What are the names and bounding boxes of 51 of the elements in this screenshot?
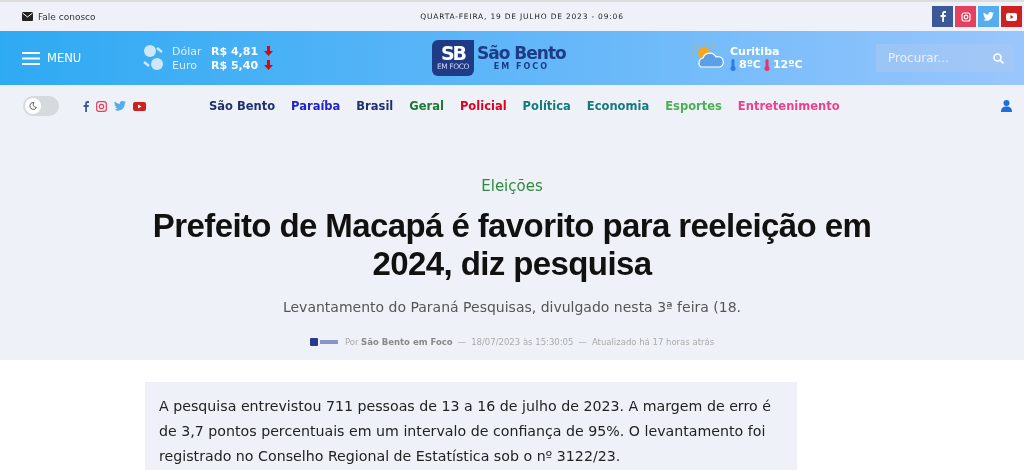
currency-name: Euro	[172, 58, 198, 72]
facebook-icon	[939, 11, 946, 22]
nav-link[interactable]: Brasil	[356, 99, 394, 113]
author-logo-icon	[309, 338, 340, 346]
weather-city: Curitiba	[730, 45, 781, 58]
logo-name[interactable]: São Bento	[477, 45, 566, 62]
currency-value: R$ 5,40	[211, 58, 259, 72]
currency-name: Dólar	[172, 44, 203, 58]
youtube-button[interactable]	[1001, 6, 1022, 27]
menu-icon	[22, 51, 40, 65]
article-title: Prefeito de Macapá é favorito para reeleição em 2024, diz pesquisa	[151, 207, 873, 283]
nav-link[interactable]: Geral	[409, 99, 444, 113]
logo-tagline: EM FOCO	[493, 62, 549, 71]
thermometer-icon	[730, 58, 736, 71]
twitter-icon	[983, 12, 994, 21]
nav-link[interactable]: São Bento	[209, 99, 276, 113]
contact-link[interactable]: Fale conosco	[38, 11, 96, 22]
mail-icon	[22, 12, 33, 21]
max-temperature: 12ºC	[772, 58, 803, 71]
nav-link[interactable]: Economia	[586, 99, 650, 113]
search-field[interactable]: Procurar...	[876, 44, 1014, 72]
nav-link[interactable]: Paraíba	[291, 99, 341, 113]
moon-icon	[29, 102, 37, 110]
min-temperature: 8ºC	[739, 58, 761, 71]
separator-dash: —	[578, 337, 587, 347]
youtube-icon	[1006, 12, 1017, 21]
publish-date: 18/07/2023 às 15:30:05	[471, 337, 574, 347]
facebook-button[interactable]	[932, 6, 953, 27]
dark-mode-toggle[interactable]	[23, 96, 59, 116]
nav-link[interactable]: Entretenimento	[737, 99, 840, 113]
instagram-icon[interactable]	[96, 100, 107, 112]
separator-dash: —	[457, 337, 467, 347]
instagram-icon	[960, 11, 971, 22]
twitter-button[interactable]	[978, 6, 999, 27]
byline-author: Por São Bento em Foco	[344, 337, 453, 347]
nav-link[interactable]: Política	[522, 99, 571, 113]
twitter-icon[interactable]	[114, 101, 126, 111]
user-icon[interactable]	[1001, 100, 1012, 112]
search-icon	[993, 53, 1004, 64]
updated-time: Atualizado há 17 horas atrás	[591, 337, 715, 347]
nav-link[interactable]: Esportes	[665, 99, 722, 113]
nav-link[interactable]: Policial	[459, 99, 507, 113]
thermometer-icon	[763, 58, 770, 71]
currency-value: R$ 4,81	[211, 44, 259, 58]
instagram-button[interactable]	[955, 6, 976, 27]
facebook-icon[interactable]	[83, 100, 89, 112]
menu-button[interactable]: MENU	[22, 51, 142, 65]
category-link[interactable]: Eleições	[481, 177, 543, 195]
article-subtitle: Levantamento do Paraná Pesquisas, divulgado nesta 3ª feira (18.	[282, 299, 742, 315]
article-summary: A pesquisa entrevistou 711 pessoas de 13 a 16 de julho de 2023. A margem de erro é de 3,7 pontos percentuais em um intervalo de confiança de 95%. O levantamento foi registrado no Conselho Regional de Estatística sob o nº 3122/23.	[145, 382, 797, 470]
youtube-icon[interactable]	[133, 101, 146, 111]
